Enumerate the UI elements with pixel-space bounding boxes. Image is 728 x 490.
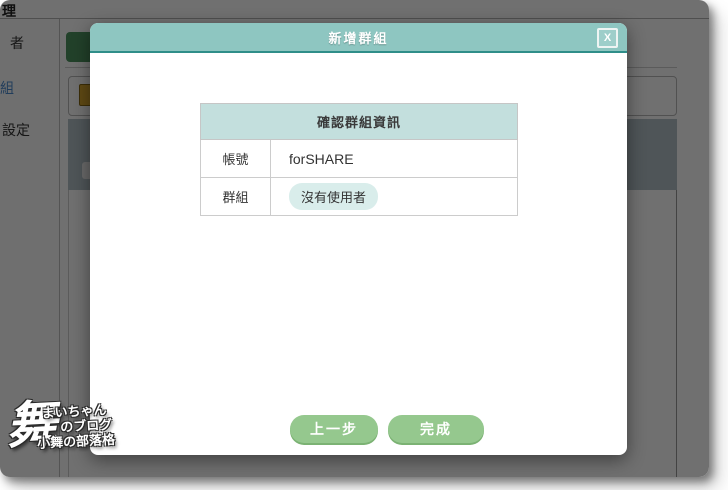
previous-step-button[interactable]: 上一步: [290, 415, 378, 443]
dialog-header: 新增群組 X: [90, 23, 627, 53]
confirm-group-table: 確認群組資訊 帳號 forSHARE 群組 沒有使用者: [200, 103, 518, 216]
group-label: 群組: [200, 177, 271, 216]
table-title: 確認群組資訊: [200, 103, 518, 140]
dialog-actions: 上一步 完成: [290, 415, 484, 443]
group-value-cell: 沒有使用者: [270, 177, 518, 216]
table-row: 帳號 forSHARE: [200, 139, 518, 178]
dialog-title: 新增群組: [328, 30, 389, 46]
account-label: 帳號: [200, 139, 271, 178]
add-group-dialog: 新增群組 X 確認群組資訊 帳號 forSHARE 群組 沒有使用者 上一步 完…: [90, 23, 627, 455]
table-row: 群組 沒有使用者: [200, 177, 518, 216]
no-users-badge: 沒有使用者: [289, 183, 379, 210]
screenshot-frame: 理 者 組 設定 新增群組 X 確認群組資訊 帳號: [0, 0, 709, 477]
watermark-line-3: 小舞の部落格: [36, 432, 116, 452]
blog-watermark: 舞 まいちゃん のブログ 小舞の部落格: [0, 377, 144, 464]
dialog-body: 確認群組資訊 帳號 forSHARE 群組 沒有使用者 上一步 完成: [90, 53, 627, 453]
table-header-row: 確認群組資訊: [200, 103, 518, 140]
account-value: forSHARE: [270, 139, 518, 178]
close-icon[interactable]: X: [597, 28, 618, 48]
finish-button[interactable]: 完成: [388, 415, 484, 443]
